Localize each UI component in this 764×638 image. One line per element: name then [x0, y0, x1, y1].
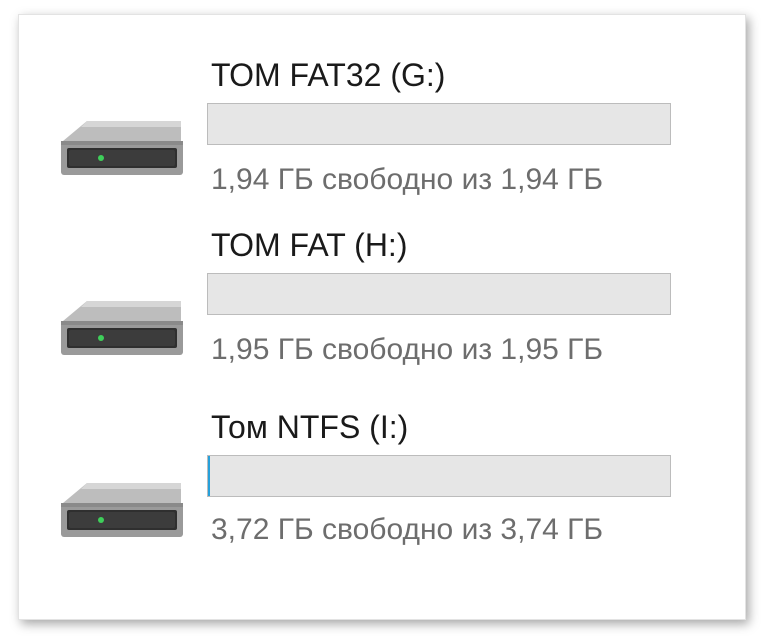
usage-bar	[207, 273, 671, 315]
free-space-text: 1,94 ГБ свободно из 1,94 ГБ	[211, 163, 604, 196]
usage-bar	[207, 455, 671, 497]
usage-fill	[208, 456, 211, 496]
free-space-text: 3,72 ГБ свободно из 3,74 ГБ	[211, 513, 604, 546]
drive-item-g[interactable]: ТОМ FAT32 (G:) 1,94 ГБ свободно из 1,94 …	[19, 33, 745, 203]
hard-drive-icon	[61, 121, 183, 175]
drives-panel: ТОМ FAT32 (G:) 1,94 ГБ свободно из 1,94 …	[18, 14, 746, 620]
drive-name: ТОМ FAT (H:)	[211, 227, 408, 263]
drive-item-h[interactable]: ТОМ FAT (H:) 1,95 ГБ свободно из 1,95 ГБ	[19, 213, 745, 383]
hard-drive-icon	[61, 483, 183, 537]
hard-drive-icon	[61, 301, 183, 355]
drive-name: Том NTFS (I:)	[211, 409, 409, 445]
drive-name: ТОМ FAT32 (G:)	[211, 57, 446, 93]
drive-item-i[interactable]: Том NTFS (I:) 3,72 ГБ свободно из 3,74 Г…	[19, 393, 745, 563]
usage-bar	[207, 103, 671, 145]
free-space-text: 1,95 ГБ свободно из 1,95 ГБ	[211, 333, 604, 366]
